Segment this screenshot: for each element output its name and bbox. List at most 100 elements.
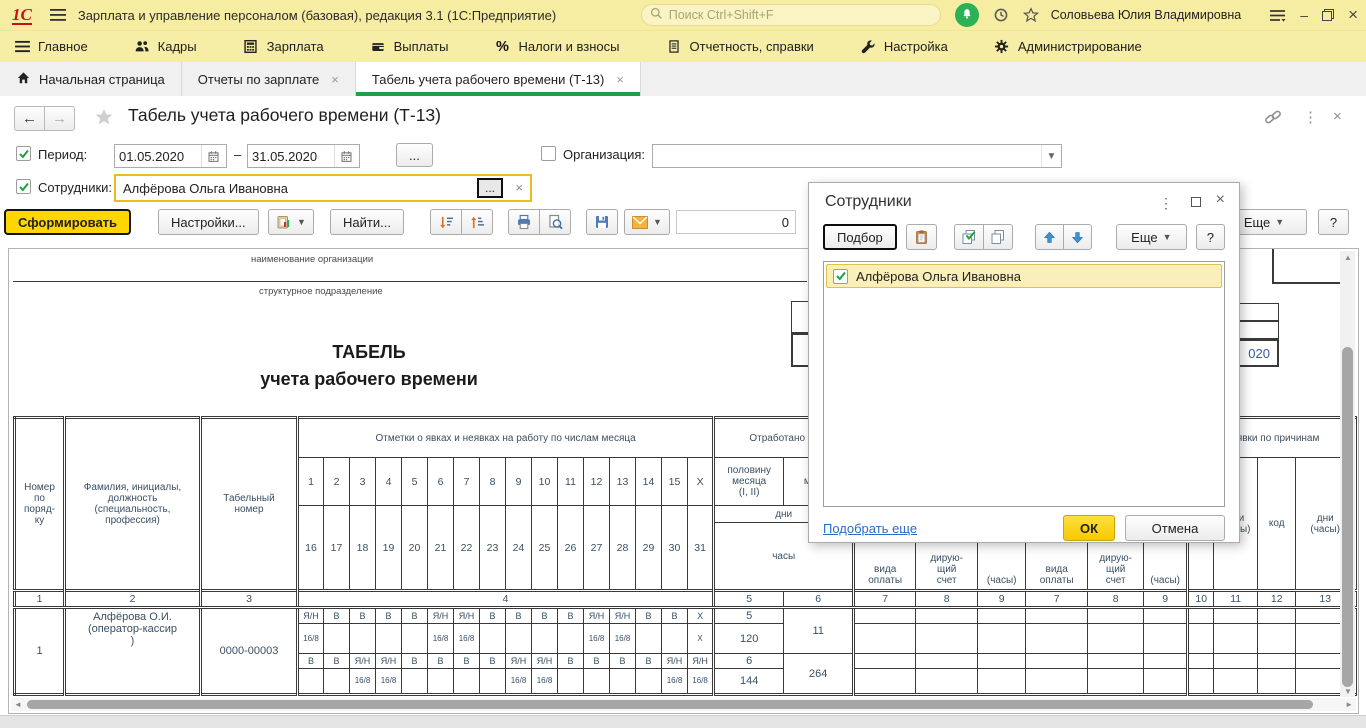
back-button[interactable]: ← <box>14 106 45 131</box>
find-button[interactable]: Найти... <box>330 209 404 235</box>
organization-checkbox[interactable] <box>541 146 556 161</box>
dialog-kebab-menu-icon[interactable]: ⋮ <box>1159 195 1173 212</box>
home-icon <box>16 71 31 88</box>
pick-button[interactable]: Подбор <box>823 224 897 250</box>
global-search-input[interactable]: Поиск Ctrl+Shift+F <box>641 4 941 26</box>
colnum: 2 <box>65 591 201 608</box>
vertical-scroll-thumb[interactable] <box>1342 347 1353 687</box>
menu-item-salary[interactable]: Зарплата <box>243 39 324 54</box>
horizontal-scrollbar[interactable]: ◄ ► <box>11 698 1356 711</box>
horizontal-scroll-thumb[interactable] <box>27 700 1313 709</box>
menu-item-reporting[interactable]: Отчетность, справки <box>666 39 814 54</box>
close-tab-icon[interactable]: × <box>331 72 339 87</box>
favorite-star-icon[interactable] <box>94 107 114 130</box>
cancel-button[interactable]: Отмена <box>1125 515 1225 541</box>
dialog-maximize-icon[interactable] <box>1191 195 1201 210</box>
chevron-down-icon[interactable]: ▼ <box>1041 145 1061 167</box>
date-from-input[interactable] <box>115 149 201 164</box>
date-to-field[interactable] <box>247 144 360 168</box>
current-user-name[interactable]: Соловьева Юлия Владимировна <box>1051 8 1242 22</box>
send-email-button[interactable]: ▼ <box>624 209 670 235</box>
item-checkbox[interactable] <box>833 269 848 284</box>
day-number-cell: 8 <box>480 458 506 506</box>
calendar-icon[interactable] <box>334 145 358 167</box>
clear-icon[interactable]: × <box>515 181 523 195</box>
close-form-icon[interactable]: × <box>1333 108 1342 125</box>
scroll-right-icon[interactable]: ► <box>1345 700 1353 709</box>
wallet-icon <box>370 40 386 54</box>
generate-report-button[interactable]: Сформировать <box>4 209 131 235</box>
system-menu-icon[interactable] <box>50 8 66 22</box>
save-button[interactable] <box>586 209 618 235</box>
help-button[interactable]: ? <box>1318 209 1349 235</box>
check-all-button[interactable] <box>954 224 984 250</box>
date-to-input[interactable] <box>248 149 334 164</box>
uncheck-all-button[interactable] <box>983 224 1013 250</box>
colnum: 4 <box>298 591 714 608</box>
dept-line <box>13 281 807 282</box>
menu-item-taxes[interactable]: %Налоги и взносы <box>494 39 619 55</box>
menu-item-label: Кадры <box>158 39 197 54</box>
paste-button[interactable] <box>906 224 937 250</box>
day-number-cell: 14 <box>636 458 662 506</box>
get-link-icon[interactable] <box>1264 108 1282 129</box>
org-name-caption: наименование организации <box>251 254 373 265</box>
sort-ascending-button[interactable] <box>461 209 493 235</box>
calendar-icon[interactable] <box>201 145 225 167</box>
employees-list[interactable]: Алфёрова Ольга Ивановна <box>823 261 1225 507</box>
settings-button[interactable]: Настройки... <box>158 209 259 235</box>
close-tab-icon[interactable]: × <box>616 72 624 87</box>
kebab-menu-icon[interactable]: ⋮ <box>1303 108 1318 126</box>
tabbar: Начальная страницаОтчеты по зарплате×Таб… <box>0 62 1366 96</box>
colnum: 7 <box>854 591 916 608</box>
move-down-button[interactable] <box>1063 224 1092 250</box>
ok-button[interactable]: ОК <box>1063 515 1115 541</box>
auto-refresh-counter[interactable] <box>676 210 796 234</box>
notifications-button[interactable] <box>955 3 979 27</box>
user-menu-icon[interactable] <box>1269 8 1286 23</box>
menu-item-personnel[interactable]: Кадры <box>134 39 197 54</box>
dialog-help-button[interactable]: ? <box>1196 224 1225 250</box>
scroll-down-icon[interactable]: ▼ <box>1344 687 1352 696</box>
pick-more-link[interactable]: Подобрать еще <box>823 521 917 536</box>
sort-descending-button[interactable] <box>430 209 462 235</box>
colnum: 9 <box>1144 591 1188 608</box>
employees-checkbox[interactable] <box>16 179 31 194</box>
scroll-left-icon[interactable]: ◄ <box>14 700 22 709</box>
tab-salary-reports[interactable]: Отчеты по зарплате× <box>182 62 356 96</box>
period-options-button[interactable]: ... <box>396 143 433 167</box>
scroll-up-icon[interactable]: ▲ <box>1344 253 1352 262</box>
employees-field[interactable]: Алфёрова Ольга Ивановна ... × <box>114 174 532 202</box>
report-variants-button[interactable]: ▼ <box>268 209 314 235</box>
print-preview-button[interactable] <box>539 209 571 235</box>
tab-home[interactable]: Начальная страница <box>0 62 182 96</box>
menu-item-settings[interactable]: Настройка <box>860 39 948 54</box>
minimize-button[interactable]: – <box>1300 7 1308 23</box>
restore-button[interactable] <box>1322 9 1334 21</box>
dialog-close-icon[interactable]: × <box>1216 191 1225 209</box>
tab-timesheet[interactable]: Табель учета рабочего времени (Т-13)× <box>356 62 641 96</box>
period-checkbox[interactable] <box>16 146 31 161</box>
day-hours-cell <box>636 669 662 695</box>
menu-item-payments[interactable]: Выплаты <box>370 39 449 54</box>
menu-item-main[interactable]: Главное <box>14 39 88 54</box>
menu-item-administration[interactable]: Администрирование <box>994 39 1142 54</box>
organization-combobox[interactable]: ▼ <box>652 144 1062 168</box>
vertical-scrollbar[interactable]: ▲ ▼ <box>1340 251 1355 697</box>
date-from-field[interactable] <box>114 144 227 168</box>
day-hours-cell <box>298 669 324 695</box>
favorites-star-icon[interactable] <box>1023 7 1039 23</box>
day-number-cell: 28 <box>610 506 636 591</box>
forward-button[interactable]: → <box>44 106 75 131</box>
close-window-button[interactable]: × <box>1348 5 1358 25</box>
list-item[interactable]: Алфёрова Ольга Ивановна <box>826 264 1222 288</box>
dialog-more-button[interactable]: Еще▼ <box>1116 224 1187 250</box>
history-icon[interactable] <box>993 7 1009 23</box>
day-mark-cell: В <box>298 654 324 669</box>
day-number-cell: X <box>688 458 714 506</box>
day-mark-cell: В <box>584 654 610 669</box>
employees-choose-button[interactable]: ... <box>477 178 503 198</box>
print-button[interactable] <box>508 209 540 235</box>
day-hours-cell: 16/8 <box>506 669 532 695</box>
move-up-button[interactable] <box>1035 224 1064 250</box>
